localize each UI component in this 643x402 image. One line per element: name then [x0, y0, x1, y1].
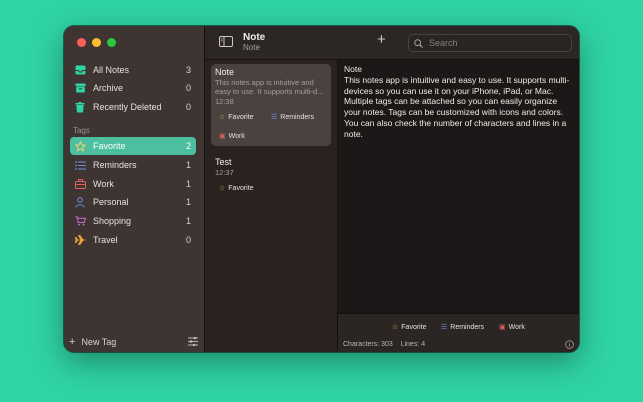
tag-chip-label: Reminders: [450, 323, 485, 331]
tag-chip-favorite[interactable]: ☆ Favorite: [388, 321, 431, 333]
search-field[interactable]: [408, 34, 572, 52]
star-icon: ☆: [392, 324, 399, 331]
zoom-button[interactable]: [107, 38, 116, 47]
note-title: Test: [215, 157, 232, 167]
note-list-item[interactable]: Test 12:37 ☆ Favorite: [211, 154, 331, 214]
sidebar-item-reminders[interactable]: Reminders 1: [70, 156, 196, 174]
plus-icon: +: [69, 336, 76, 348]
sidebar-item-count: 1: [185, 160, 191, 170]
sidebar-item-count: 0: [185, 83, 191, 93]
note-preview: This notes app is intuitive and easy to …: [215, 78, 324, 96]
star-icon: ☆: [219, 185, 226, 192]
sidebar-item-label: All Notes: [93, 65, 130, 75]
sidebar-toggle-icon[interactable]: [219, 36, 233, 47]
sidebar-item-label: Reminders: [93, 160, 137, 170]
sidebar-item-all-notes[interactable]: All Notes 3: [70, 61, 196, 79]
sidebar-item-count: 1: [185, 216, 191, 226]
sidebar-item-travel[interactable]: Travel 0: [70, 231, 196, 249]
new-tag-button[interactable]: + New Tag: [69, 336, 116, 348]
note-list-item[interactable]: Note This notes app is intuitive and eas…: [211, 64, 331, 146]
briefcase-icon: [74, 178, 86, 190]
list-icon: ☰: [441, 324, 448, 331]
sidebar-item-count: 1: [185, 197, 191, 207]
sort-options-icon[interactable]: [188, 337, 198, 346]
sidebar-item-label: Work: [93, 179, 114, 189]
sidebar-item-archive[interactable]: Archive 0: [70, 79, 196, 97]
airplane-icon: [74, 234, 86, 246]
trash-icon: [74, 101, 86, 113]
note-title: Note: [215, 67, 235, 77]
note-time: 12:38: [215, 97, 234, 106]
info-icon[interactable]: [565, 340, 574, 349]
sidebar-item-label: Recently Deleted: [93, 102, 162, 112]
editor-footer: ☆ Favorite ☰ Reminders ▣ Work Characters…: [338, 313, 579, 352]
tag-chip-label: Work: [508, 323, 525, 331]
tag-chip-label: Favorite: [401, 323, 427, 331]
list-icon: ☰: [271, 114, 278, 121]
sidebar-item-shopping[interactable]: Shopping 1: [70, 212, 196, 230]
new-tag-label: New Tag: [81, 337, 117, 347]
tags-section-header: Tags: [73, 126, 90, 135]
minimize-button[interactable]: [92, 38, 101, 47]
tag-chip-favorite[interactable]: ☆ Favorite: [215, 111, 258, 123]
tag-chip-work[interactable]: ▣ Work: [215, 130, 249, 142]
tray-icon: [74, 64, 86, 76]
sidebar-item-count: 1: [185, 179, 191, 189]
tag-chip-label: Reminders: [280, 113, 315, 121]
tag-chip-label: Favorite: [228, 184, 254, 192]
star-icon: [74, 140, 86, 152]
sidebar-item-count: 2: [185, 141, 191, 151]
sidebar-item-label: Shopping: [93, 216, 132, 226]
sidebar-item-label: Personal: [93, 197, 129, 207]
toolbar: Note Note +: [205, 26, 579, 60]
search-icon: [414, 38, 423, 48]
person-icon: [74, 196, 86, 208]
list-icon: [74, 159, 86, 171]
sidebar-item-work[interactable]: Work 1: [70, 175, 196, 193]
note-editor[interactable]: Note This notes app is intuitive and eas…: [338, 60, 579, 352]
sidebar-item-count: 3: [185, 65, 191, 75]
tag-chip-work[interactable]: ▣ Work: [495, 321, 529, 333]
tag-chip-reminders[interactable]: ☰ Reminders: [437, 321, 488, 333]
tag-chip-favorite[interactable]: ☆ Favorite: [215, 182, 258, 194]
sidebar-item-count: 0: [185, 102, 191, 112]
briefcase-icon: ▣: [219, 133, 226, 140]
tag-chip-label: Favorite: [228, 113, 254, 121]
cart-icon: [74, 215, 86, 227]
window-title: Note: [243, 32, 266, 43]
sidebar-item-recently-deleted[interactable]: Recently Deleted 0: [70, 98, 196, 116]
note-body-text[interactable]: Note This notes app is intuitive and eas…: [344, 64, 574, 140]
window-controls: [77, 38, 116, 47]
sidebar-item-favorite[interactable]: Favorite 2: [70, 137, 196, 155]
tag-chip-label: Work: [228, 132, 245, 140]
window-subtitle: Note: [243, 43, 260, 52]
briefcase-icon: ▣: [499, 324, 506, 331]
sidebar-item-label: Archive: [93, 83, 124, 93]
archive-icon: [74, 82, 86, 94]
sidebar-item-label: Favorite: [93, 141, 126, 151]
search-input[interactable]: [427, 37, 571, 49]
new-note-button[interactable]: +: [377, 32, 386, 47]
note-time: 12:37: [215, 168, 234, 177]
sidebar: All Notes 3 Archive 0 Recently Deleted 0…: [64, 26, 205, 352]
sidebar-item-count: 0: [185, 235, 191, 245]
note-stats: Characters: 303 Lines: 4: [343, 341, 426, 348]
sidebar-item-label: Travel: [93, 235, 118, 245]
sidebar-item-personal[interactable]: Personal 1: [70, 193, 196, 211]
tag-chip-reminders[interactable]: ☰ Reminders: [267, 111, 318, 123]
app-window: All Notes 3 Archive 0 Recently Deleted 0…: [64, 26, 579, 352]
note-list: Note This notes app is intuitive and eas…: [205, 60, 338, 352]
close-button[interactable]: [77, 38, 86, 47]
star-icon: ☆: [219, 114, 226, 121]
